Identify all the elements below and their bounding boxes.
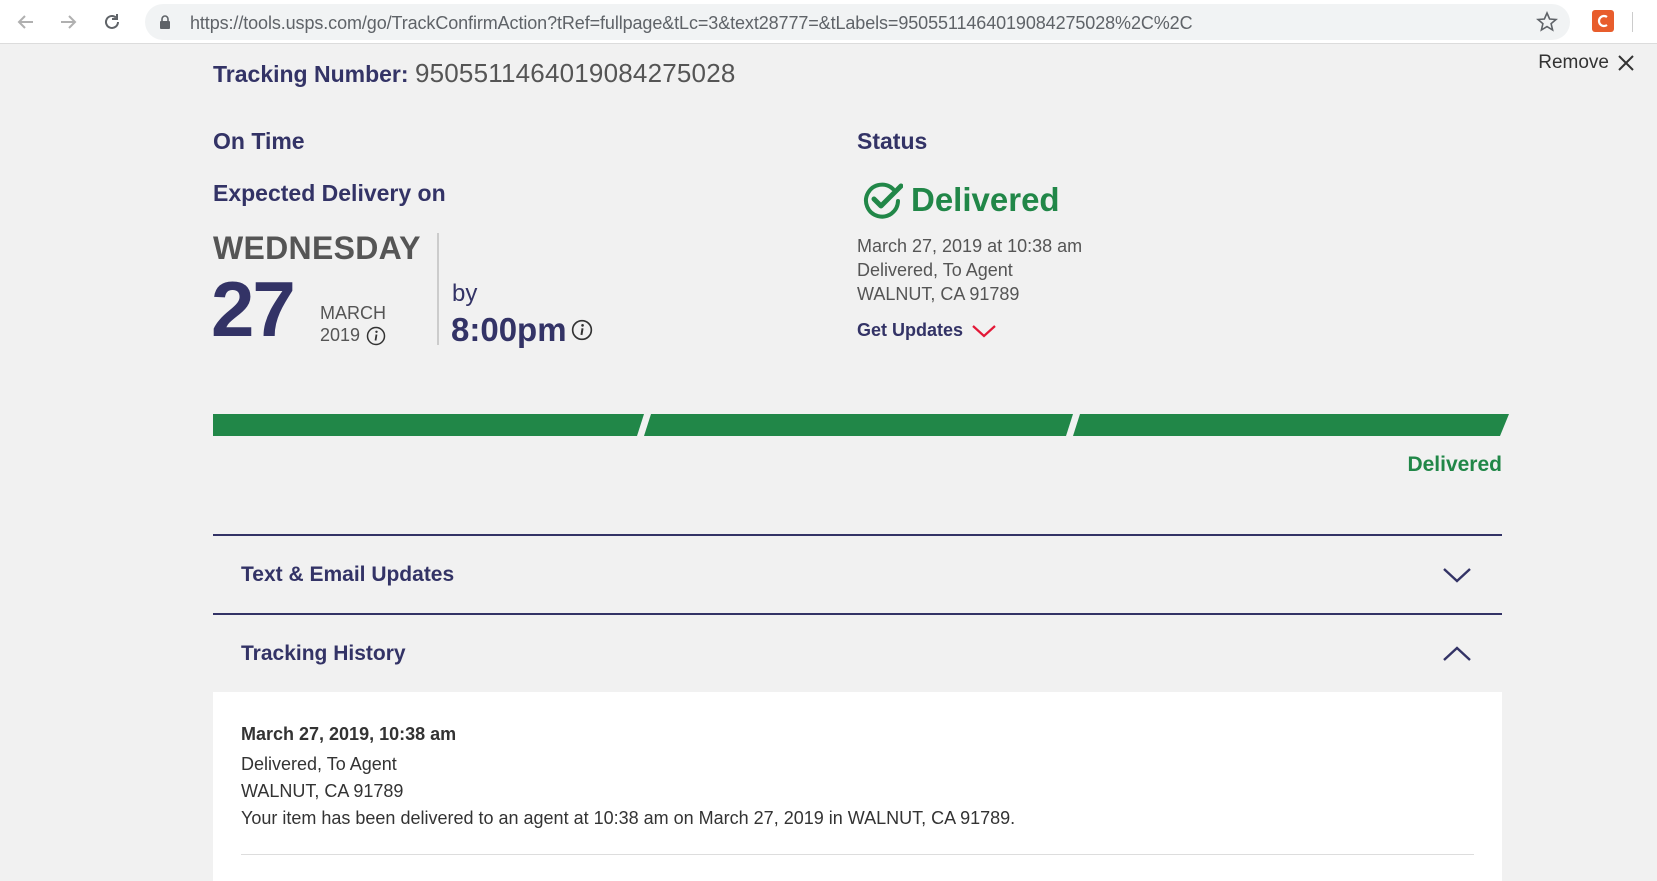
delivery-divider xyxy=(437,233,439,345)
tracking-history-title: Tracking History xyxy=(241,642,406,665)
info-icon[interactable] xyxy=(366,326,386,346)
check-circle-icon xyxy=(864,182,903,219)
expected-delivery-heading: Expected Delivery on xyxy=(213,180,446,206)
status-datetime: March 27, 2019 at 10:38 am xyxy=(857,236,1083,256)
history-date: March 27, 2019, 10:38 am xyxy=(241,724,457,744)
status-heading: Status xyxy=(857,128,928,154)
close-icon xyxy=(1618,55,1634,71)
status-location: WALNUT, CA 91789 xyxy=(857,284,1020,304)
panel-divider xyxy=(213,613,1502,615)
progress-label: Delivered xyxy=(1407,453,1502,476)
delivery-time-row: 8:00pm xyxy=(451,311,593,349)
progress-segment-2 xyxy=(644,414,1073,436)
lock-icon xyxy=(159,15,171,34)
delivery-by-label: by xyxy=(452,280,478,307)
get-updates-button[interactable]: Get Updates xyxy=(857,320,997,341)
remove-button[interactable]: Remove xyxy=(1538,52,1635,74)
progress-bar xyxy=(213,414,1509,436)
status-details: March 27, 2019 at 10:38 am Delivered, To… xyxy=(857,234,1082,306)
url-text[interactable]: https://tools.usps.com/go/TrackConfirmAc… xyxy=(190,13,1193,34)
delivery-year: 2019 xyxy=(320,325,361,345)
forward-arrow-icon[interactable] xyxy=(54,8,82,36)
toolbar-divider xyxy=(1632,12,1633,32)
history-message: Your item has been delivered to an agent… xyxy=(241,808,1016,828)
delivery-time: 8:00pm xyxy=(451,311,567,348)
text-email-updates-title: Text & Email Updates xyxy=(241,563,455,586)
tracking-number-line: Tracking Number: 9505511464019084275028 xyxy=(213,58,736,89)
get-updates-label: Get Updates xyxy=(857,320,964,340)
bookmark-star-icon[interactable] xyxy=(1536,10,1558,38)
status-state: Delivered xyxy=(911,181,1060,218)
tracking-number-value: 9505511464019084275028 xyxy=(414,58,736,88)
chevron-down-icon xyxy=(972,324,996,337)
browser-toolbar: https://tools.usps.com/go/TrackConfirmAc… xyxy=(0,0,1657,44)
info-icon[interactable] xyxy=(571,319,593,341)
history-event: Delivered, To Agent xyxy=(241,754,397,774)
tracking-history-panel[interactable]: Tracking History xyxy=(213,616,1502,692)
history-location: WALNUT, CA 91789 xyxy=(241,781,404,801)
history-separator xyxy=(241,854,1474,855)
remove-label: Remove xyxy=(1538,52,1609,73)
delivery-weekday: WEDNESDAY xyxy=(213,230,421,266)
delivery-month: MARCH xyxy=(320,303,386,323)
progress-segment-1 xyxy=(213,414,644,436)
reload-icon[interactable] xyxy=(98,8,126,36)
on-time-heading: On Time xyxy=(213,128,305,154)
chevron-up-icon xyxy=(1443,646,1471,661)
delivery-year-row: 2019 xyxy=(320,325,386,346)
chevron-down-icon xyxy=(1443,568,1471,583)
tracking-history-list: March 27, 2019, 10:38 am Delivered, To A… xyxy=(213,692,1502,881)
back-arrow-icon[interactable] xyxy=(12,8,40,36)
text-email-updates-panel[interactable]: Text & Email Updates xyxy=(213,537,1502,613)
progress-segment-3 xyxy=(1073,414,1509,436)
address-bar[interactable]: https://tools.usps.com/go/TrackConfirmAc… xyxy=(145,4,1570,40)
panel-divider xyxy=(213,534,1502,536)
status-delivered: Delivered xyxy=(863,181,1060,219)
extension-icon[interactable] xyxy=(1592,10,1614,32)
delivery-day: 27 xyxy=(211,265,296,353)
tracking-number-label: Tracking Number: xyxy=(213,61,409,87)
status-detail: Delivered, To Agent xyxy=(857,260,1013,280)
